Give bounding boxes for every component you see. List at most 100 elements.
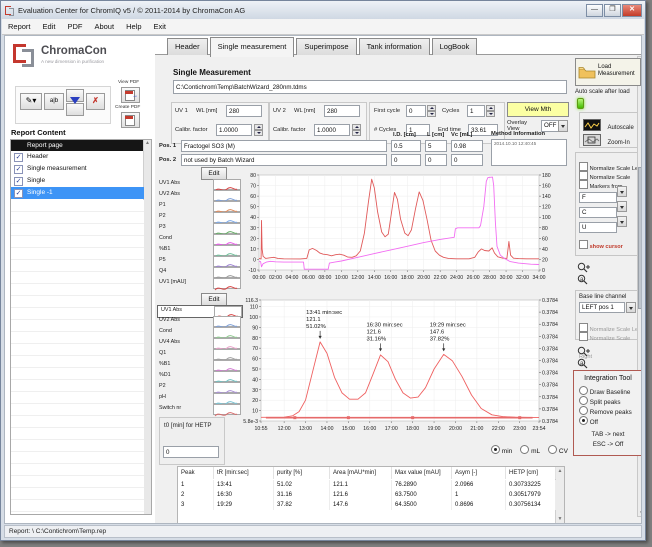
menu-exit[interactable]: Exit [148,22,173,31]
report-item-single-measurement[interactable]: ✓Single measurement [11,163,144,175]
legend2-item--d1[interactable]: %D1 [157,371,241,382]
maximize-button[interactable]: ❐ [604,4,621,17]
menu-about[interactable]: About [88,22,120,31]
table-cell[interactable]: 2.0966 [452,480,506,490]
uv2-calib-spinner[interactable] [352,124,361,136]
chevron-down-icon[interactable] [617,216,627,227]
pos2-id-input[interactable] [391,154,421,166]
first-cycle-spinner[interactable] [427,105,436,117]
checkbox[interactable]: ✓ [14,189,23,198]
legend-curve-thumbnail[interactable] [213,201,241,212]
table-cell[interactable]: 76.2890 [392,480,452,490]
unit-radio-min[interactable]: min [491,448,512,455]
pos2-l-input[interactable] [425,154,447,166]
table-cell[interactable]: 147.6 [330,500,392,510]
pos1-id-input[interactable] [391,140,421,152]
legend2-item-ph[interactable]: pH [157,393,241,404]
table-cell[interactable]: 1 [452,490,506,500]
table-cell[interactable]: 64.3500 [392,500,452,510]
table-cell[interactable]: 63.7500 [392,490,452,500]
show-cursor-checkbox[interactable]: show cursor [579,235,623,253]
close-button[interactable]: ✕ [622,4,642,17]
pos2-input[interactable] [181,154,387,166]
legend-curve-thumbnail[interactable] [213,190,241,201]
overlay-view-dropdown[interactable] [558,120,568,132]
measurement-path-input[interactable] [173,80,567,94]
checkbox[interactable]: ✓ [14,177,23,186]
integration-option-off[interactable]: Off [579,416,598,426]
uv2-wl-input[interactable] [324,105,360,117]
menu-edit[interactable]: Edit [37,22,62,31]
title-bar[interactable]: Evaluation Center for ChromIQ v5 / © 201… [1,1,645,19]
legend-curve-thumbnail[interactable] [213,404,241,415]
first-cycle-input[interactable] [406,105,426,117]
legend-curve-thumbnail[interactable] [213,234,241,245]
table-cell[interactable]: 31.16 [274,490,330,500]
report-item-single--1[interactable]: ✓Single -1 [11,187,144,199]
table-cell[interactable]: 0.30733225 [506,480,556,490]
view-mth-button[interactable]: View Mth [507,102,569,117]
legend-curve-thumbnail[interactable] [213,338,241,349]
autoscale-after-load-led[interactable] [577,98,584,109]
edit-pencil-button[interactable]: ✎▾ [20,93,42,110]
legend1-item-q4[interactable]: Q4 [157,267,241,278]
legend1-item-cond[interactable]: Cond [157,234,241,245]
pos1-l-input[interactable] [425,140,447,152]
legend2-item-uv2-abs[interactable]: UV2 Abs [157,316,241,327]
pos1-input[interactable] [181,140,387,152]
baseline-channel-dropdown[interactable] [626,302,636,313]
legend2-item--b1[interactable]: %B1 [157,360,241,371]
load-measurement-button[interactable]: Load Measurement [575,58,641,86]
legend-curve-thumbnail[interactable] [213,245,241,256]
table-cell[interactable]: 2 [178,490,214,500]
legend-curve-thumbnail[interactable] [213,267,241,278]
legend2-item-uv4-abs[interactable]: UV4 Abs [157,338,241,349]
create-pdf-button[interactable] [121,112,140,128]
unit-radio-cv[interactable]: CV [548,448,568,455]
table-cell[interactable]: 0.30756134 [506,500,556,510]
legend1-item-p5[interactable]: P5 [157,256,241,267]
legend1-item--b1[interactable]: %B1 [157,245,241,256]
legend-curve-thumbnail[interactable] [213,393,241,404]
uv2-calib-input[interactable] [314,124,350,136]
legend-curve-thumbnail[interactable] [213,327,241,338]
legend-curve-thumbnail[interactable] [213,371,241,382]
legend1-item-p2[interactable]: P2 [157,212,241,223]
legend-curve-thumbnail[interactable] [213,382,241,393]
zoom-auto-tool[interactable]: a [577,272,591,290]
legend1-item-uv1-mau-[interactable]: UV1 [mAU] [157,278,241,289]
rename-ab-button[interactable]: a|b [44,93,64,110]
move-down-button[interactable] [66,103,84,116]
t0-hetp-input[interactable] [163,446,219,458]
table-cell[interactable]: 19:29 [214,500,274,510]
pos2-vc-input[interactable] [451,154,483,166]
legend1-item-p3[interactable]: P3 [157,223,241,234]
menu-pdf[interactable]: PDF [61,22,88,31]
legend-curve-thumbnail[interactable] [213,278,241,289]
tab-single-measurement[interactable]: Single measurement [210,37,295,57]
menu-help[interactable]: Help [120,22,147,31]
chart1-plot[interactable]: 00:0002:0004:0006:0008:0010:0012:0014:00… [231,170,565,294]
uv1-wl-input[interactable] [226,105,262,117]
table-cell[interactable]: 121.1 [330,480,392,490]
baseline-channel-value[interactable]: LEFT pos 1 [579,302,625,313]
legend-curve-thumbnail[interactable] [213,349,241,360]
legend-curve-thumbnail[interactable] [213,256,241,267]
table-cell[interactable]: 1 [178,480,214,490]
report-item-single[interactable]: ✓Single [11,175,144,187]
chart2-plot[interactable]: 10:5512:0013:0014:0015:0016:0017:0018:00… [231,295,565,445]
minimize-button[interactable]: — [586,4,603,17]
legend1-item-p1[interactable]: P1 [157,201,241,212]
legend2-item-q1[interactable]: Q1 [157,349,241,360]
scroll-down-arrow[interactable]: ▼ [638,509,642,516]
tab-logbook[interactable]: LogBook [432,38,478,55]
legend1-item-uv1-abs[interactable]: UV1 Abs [157,179,241,190]
table-cell[interactable]: 3 [178,500,214,510]
uv1-calib-spinner[interactable] [254,124,263,136]
checkbox[interactable]: ✓ [14,165,23,174]
legend-curve-thumbnail[interactable] [213,223,241,234]
view-pdf-button[interactable]: → [121,87,140,103]
legend-curve-thumbnail[interactable] [213,316,241,327]
legend2-item-cond[interactable]: Cond [157,327,241,338]
integration-option-draw-baseline[interactable]: Draw Baseline [579,386,630,396]
